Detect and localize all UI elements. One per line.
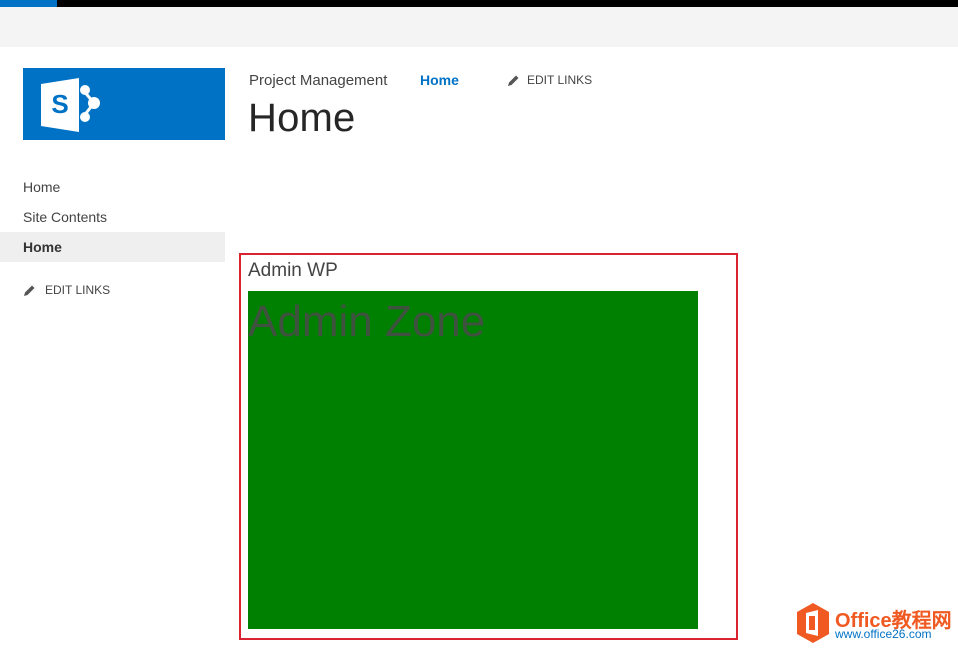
sharepoint-logo-icon: S: [41, 78, 100, 132]
quick-launch: Home Site Contents Home: [0, 172, 225, 262]
quick-launch-edit-links[interactable]: EDIT LINKS: [23, 283, 110, 297]
top-nav-edit-links[interactable]: EDIT LINKS: [507, 73, 592, 87]
edit-links-label: EDIT LINKS: [527, 73, 593, 87]
admin-zone-text: Admin Zone: [248, 297, 486, 346]
top-nav-item-home[interactable]: Home: [420, 72, 459, 88]
edit-links-label: EDIT LINKS: [45, 283, 111, 297]
pencil-icon: [508, 75, 519, 86]
office-logo-icon: [797, 603, 829, 643]
pencil-icon: [24, 285, 35, 296]
quick-launch-item-site-contents[interactable]: Site Contents: [0, 202, 225, 232]
web-part-title[interactable]: Admin WP: [248, 260, 338, 282]
page-title: Home: [248, 96, 356, 140]
quick-launch-item-home-selected[interactable]: Home: [0, 232, 225, 262]
top-nav-item-project-management[interactable]: Project Management: [249, 72, 387, 89]
web-part-content: Admin Zone: [248, 291, 698, 629]
watermark: Office教程网 www.office26.com: [795, 602, 955, 646]
suite-bar: [0, 7, 958, 47]
suite-top-bar: [0, 0, 958, 7]
svg-text:S: S: [51, 89, 68, 119]
watermark-url: www.office26.com: [835, 627, 932, 641]
quick-launch-item-home[interactable]: Home: [0, 172, 225, 202]
site-logo[interactable]: S: [23, 68, 225, 140]
app-launcher-accent[interactable]: [0, 0, 57, 7]
